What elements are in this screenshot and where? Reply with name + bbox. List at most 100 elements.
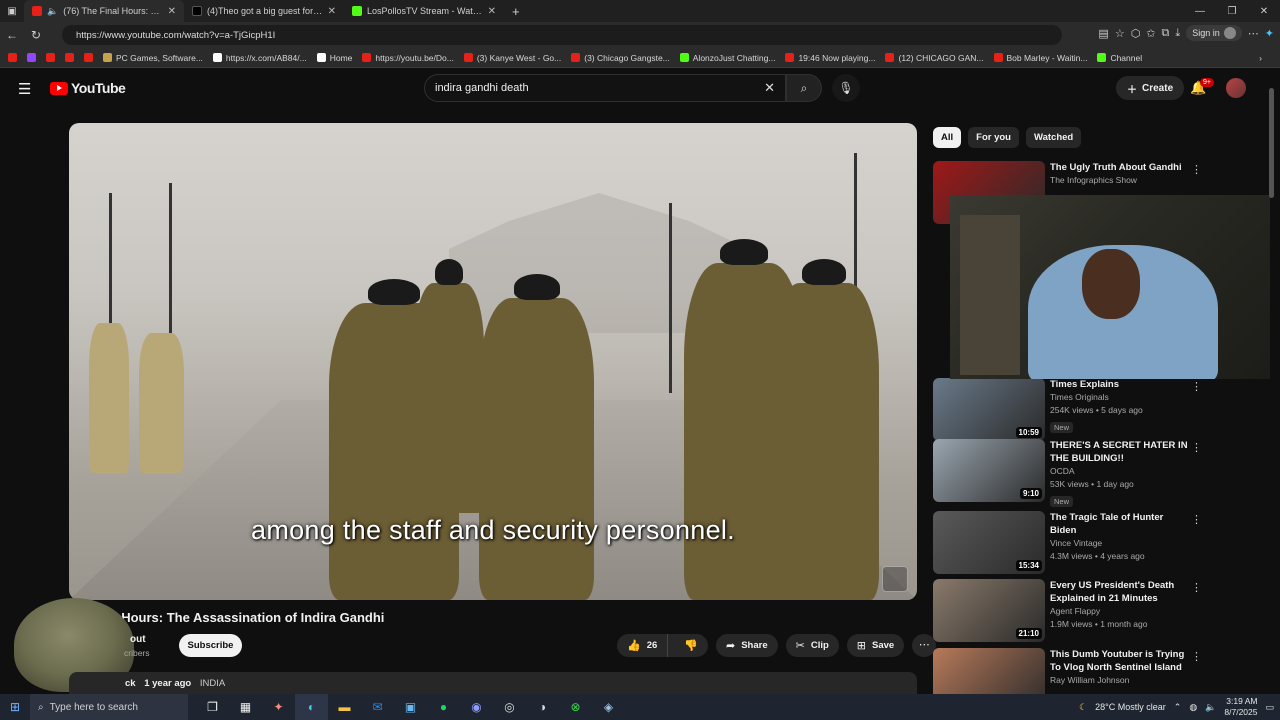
clock[interactable]: 3:19 AM 8/7/2025 <box>1224 696 1257 718</box>
copilot-icon[interactable]: ✦ <box>1265 27 1274 40</box>
minimize-icon[interactable]: — <box>1184 6 1216 17</box>
video-thumbnail[interactable]: 15:34 <box>933 511 1045 574</box>
more-options-icon[interactable]: ⋮ <box>1191 513 1202 526</box>
bookmark-item[interactable]: PC Games, Software... <box>103 53 203 63</box>
create-button[interactable]: ＋ Create <box>1116 76 1185 100</box>
recommendation-title[interactable]: Times Explains <box>1050 378 1190 391</box>
subscribe-button[interactable]: Subscribe <box>179 634 242 657</box>
weather-icon[interactable]: ☾ <box>1079 702 1087 713</box>
description-box[interactable]: ck 1 year ago INDIA <box>69 672 917 696</box>
tab-tiktok[interactable]: (4)Theo got a big guest for episo ✕ <box>184 0 344 22</box>
spotify-icon[interactable]: ● <box>427 694 460 720</box>
more-options-icon[interactable]: ⋮ <box>1191 163 1202 176</box>
recommendation-title[interactable]: Every US President's Death Explained in … <box>1050 579 1190 605</box>
outlook-icon[interactable]: ✉ <box>361 694 394 720</box>
notification-center-icon[interactable]: ▭ <box>1265 702 1274 713</box>
discord-icon[interactable]: ◉ <box>460 694 493 720</box>
bookmark-item[interactable]: Home <box>316 53 352 63</box>
volume-icon[interactable]: 🔈 <box>1205 702 1216 713</box>
close-tab-icon[interactable]: ✕ <box>328 6 336 17</box>
youtube-logo[interactable]: YouTube <box>50 80 126 96</box>
bookmark-item[interactable]: AlonzoJust Chatting... <box>679 53 775 63</box>
reload-icon[interactable]: ↻ <box>24 28 48 42</box>
recommendation-channel[interactable]: Times Originals <box>1050 391 1190 404</box>
save-button[interactable]: ⊞ Save <box>846 634 905 657</box>
clear-search-icon[interactable]: ✕ <box>764 80 775 96</box>
recommendation-channel[interactable]: The Infographics Show <box>1050 174 1190 187</box>
more-options-icon[interactable]: ⋮ <box>1191 380 1202 393</box>
bookmark-item[interactable]: https://youtu.be/Do... <box>362 53 454 63</box>
dislike-button[interactable]: 👎 <box>674 634 708 657</box>
hashtag[interactable]: INDIA <box>200 678 225 689</box>
bookmark-item[interactable] <box>8 53 17 62</box>
bookmark-item[interactable] <box>65 53 74 62</box>
network-icon[interactable]: ◍ <box>1189 702 1197 713</box>
recommendation-item[interactable]: 21:10 Every US President's Death Explaine… <box>933 579 1263 643</box>
avatar[interactable] <box>1226 78 1246 98</box>
voice-search-button[interactable]: 🎙 <box>832 74 860 102</box>
new-tab-button[interactable]: + <box>504 4 520 19</box>
video-thumbnail[interactable]: 10:59 <box>933 378 1045 441</box>
taskbar-search-field[interactable]: ⌕ Type here to search <box>30 694 188 720</box>
recommendation-channel[interactable]: Vince Vintage <box>1050 537 1190 550</box>
tab-actions-icon[interactable]: ▣ <box>0 6 24 17</box>
bookmark-item[interactable]: Bob Marley - Waitin... <box>993 53 1087 63</box>
video-player[interactable]: among the staff and security personnel. <box>69 123 917 600</box>
audio-icon[interactable]: 🔈 <box>47 6 58 17</box>
like-button[interactable]: 👍 26 <box>617 634 669 657</box>
bookmark-item[interactable] <box>84 53 93 62</box>
favorites-icon[interactable]: ✩ <box>1146 27 1155 40</box>
share-button[interactable]: ➦ Share <box>715 634 778 657</box>
app-icon[interactable]: ◑ <box>526 694 559 720</box>
close-tab-icon[interactable]: ✕ <box>168 6 176 17</box>
channel-watermark-icon[interactable] <box>882 566 908 592</box>
channel-name[interactable]: out <box>130 634 146 645</box>
recommendation-channel[interactable]: OCDA <box>1050 465 1190 478</box>
clip-button[interactable]: ✂ Clip <box>785 634 839 657</box>
file-explorer-icon[interactable]: ▬ <box>328 694 361 720</box>
recommendation-channel[interactable]: Agent Flappy <box>1050 605 1190 618</box>
bookmark-item[interactable]: (3) Chicago Gangste... <box>571 53 670 63</box>
bookmark-item[interactable]: Channel <box>1097 53 1142 63</box>
menu-dots-icon[interactable]: ⋯ <box>1248 27 1259 40</box>
more-options-icon[interactable]: ⋮ <box>1191 650 1202 663</box>
recommendation-item[interactable]: 10:59 Times Explains Times Originals 254K v… <box>933 378 1263 442</box>
collections-icon[interactable]: ⧉ <box>1162 27 1170 40</box>
maximize-icon[interactable]: ❐ <box>1216 6 1248 17</box>
tab-youtube[interactable]: 🔈 (76) The Final Hours: The As ✕ <box>24 0 184 22</box>
copilot-app-icon[interactable]: ✦ <box>262 694 295 720</box>
bookmarks-overflow-icon[interactable]: › <box>1259 53 1280 63</box>
hamburger-menu-icon[interactable]: ☰ <box>18 80 31 98</box>
scrollbar-thumb[interactable] <box>1269 88 1274 198</box>
recommendation-title[interactable]: The Ugly Truth About Gandhi <box>1050 161 1190 174</box>
bookmark-item[interactable] <box>27 53 36 62</box>
recommendation-channel[interactable]: Ray William Johnson <box>1050 674 1190 687</box>
edge-browser-icon[interactable]: ◐ <box>295 694 328 720</box>
close-tab-icon[interactable]: ✕ <box>488 6 496 17</box>
chip-all[interactable]: All <box>933 127 962 148</box>
search-input[interactable]: indira gandhi death ✕ <box>424 74 786 102</box>
chip-watched[interactable]: Watched <box>1025 127 1082 148</box>
video-thumbnail[interactable]: 9:10 <box>933 439 1045 502</box>
store-icon[interactable]: ▦ <box>229 694 262 720</box>
recommendation-item[interactable]: 9:10 THERE'S A SECRET HATER IN THE BUILDI… <box>933 439 1263 507</box>
tab-kick[interactable]: LosPollosTV Stream - Watch Live ✕ <box>344 0 504 22</box>
extensions-icon[interactable]: ⬡ <box>1131 27 1141 40</box>
recommendation-title[interactable]: The Tragic Tale of Hunter Biden <box>1050 511 1190 537</box>
sidebar-scrollbar[interactable] <box>1268 78 1276 690</box>
recommendation-title[interactable]: This Dumb Youtuber is Trying To Vlog Nor… <box>1050 648 1190 674</box>
download-icon[interactable]: ⤓ <box>1175 27 1180 40</box>
close-window-icon[interactable]: ✕ <box>1248 6 1280 17</box>
more-options-icon[interactable]: ⋮ <box>1191 441 1202 454</box>
photos-icon[interactable]: ▣ <box>394 694 427 720</box>
more-options-icon[interactable]: ⋮ <box>1191 581 1202 594</box>
bookmark-item[interactable]: (3) Kanye West - Go... <box>463 53 561 63</box>
obs-icon[interactable]: ◎ <box>493 694 526 720</box>
steam-icon[interactable]: ◈ <box>592 694 625 720</box>
tray-chevron-icon[interactable]: ⌃ <box>1174 702 1182 713</box>
windows-start-icon[interactable]: ⊞ <box>0 700 30 714</box>
reader-icon[interactable]: ▤ <box>1098 27 1108 40</box>
signin-button[interactable]: Sign in <box>1186 25 1242 41</box>
recommendation-title[interactable]: THERE'S A SECRET HATER IN THE BUILDING!! <box>1050 439 1190 465</box>
chip-for-you[interactable]: For you <box>968 127 1019 148</box>
